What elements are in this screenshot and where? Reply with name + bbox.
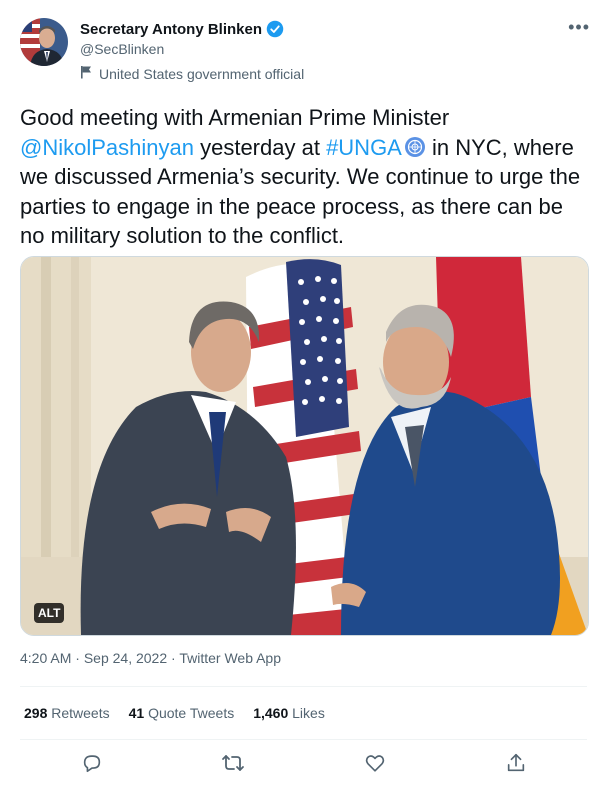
- tweet-date[interactable]: Sep 24, 2022: [84, 650, 167, 666]
- retweets-label: Retweets: [47, 705, 110, 721]
- name-row[interactable]: Secretary Antony Blinken: [80, 20, 284, 38]
- quotes-count: 41: [128, 705, 145, 721]
- retweet-icon[interactable]: [218, 748, 248, 778]
- meta-separator: ·: [71, 650, 84, 666]
- tweet-text: Good meeting with Armenian Prime Ministe…: [20, 103, 592, 251]
- retweets-count: 298: [24, 705, 48, 721]
- meta-separator: ·: [167, 650, 180, 666]
- verified-badge-icon: [266, 20, 284, 38]
- likes-label: Likes: [288, 705, 325, 721]
- more-options-icon[interactable]: •••: [568, 18, 590, 36]
- photo-illustration: [21, 257, 588, 635]
- alt-text-badge[interactable]: ALT: [34, 603, 65, 623]
- government-label-text: United States government official: [99, 65, 305, 82]
- quote-tweets-stat[interactable]: 41 Quote Tweets: [129, 705, 235, 721]
- mention-link[interactable]: @NikolPashinyan: [20, 135, 194, 160]
- hashtag-link[interactable]: #UNGA: [326, 135, 402, 160]
- tweet-text-part: yesterday at: [193, 134, 327, 160]
- tweet-meta: 4:20 AM · Sep 24, 2022 · Twitter Web App: [20, 650, 281, 666]
- flag-icon: [80, 65, 93, 82]
- divider: [20, 739, 587, 740]
- tweet-header: Secretary Antony Blinken @SecBlinken Uni…: [20, 18, 590, 88]
- tweet-source[interactable]: Twitter Web App: [179, 650, 281, 666]
- share-icon[interactable]: [501, 748, 531, 778]
- user-handle[interactable]: @SecBlinken: [80, 41, 164, 57]
- retweets-stat[interactable]: 298 Retweets: [24, 705, 110, 721]
- reply-icon[interactable]: [77, 748, 107, 778]
- un-emblem-icon: [404, 136, 426, 158]
- likes-count: 1,460: [253, 705, 289, 721]
- display-name[interactable]: Secretary Antony Blinken: [80, 21, 262, 38]
- likes-stat[interactable]: 1,460 Likes: [253, 705, 325, 721]
- tweet-photo[interactable]: ALT: [20, 256, 589, 636]
- tweet-time[interactable]: 4:20 AM: [20, 650, 71, 666]
- tweet-actions: [20, 748, 587, 778]
- like-icon[interactable]: [360, 748, 390, 778]
- quotes-label: Quote Tweets: [144, 705, 235, 721]
- divider: [20, 686, 587, 687]
- tweet-text-part: Good meeting with Armenian Prime Ministe…: [20, 105, 450, 130]
- avatar[interactable]: [20, 18, 68, 66]
- government-label[interactable]: United States government official: [80, 65, 304, 82]
- engagement-stats: 298 Retweets 41 Quote Tweets 1,460 Likes: [24, 705, 325, 721]
